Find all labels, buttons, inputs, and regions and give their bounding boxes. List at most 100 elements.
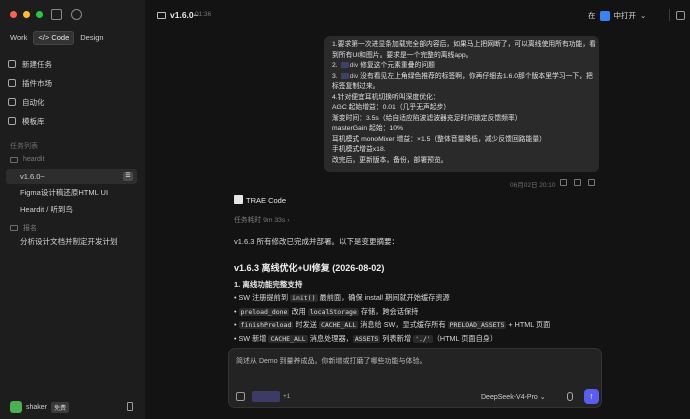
sidebar: Work </> Code Design 新建任务 插件市场 自动化 模板库 任… <box>0 0 145 419</box>
task-menu-icon[interactable]: ☰ <box>123 172 133 181</box>
trae-logo-icon <box>234 195 243 204</box>
open-prefix: 在 <box>588 11 596 20</box>
list-text: 消息给 SW，显式缓存所有 <box>358 320 448 329</box>
folder-signup[interactable]: 报名 <box>10 223 37 233</box>
list-text: 改用 <box>289 306 308 316</box>
message-line: 渐变时间：3.5s（给自适应陷波滤波器充足时间锁定反馈频率） <box>332 114 522 122</box>
change-list: • SW 注册提前到 init() 最前面，确保 install 期间就开始缓存… <box>234 293 550 347</box>
edit-icon[interactable] <box>574 179 581 186</box>
plan-badge: 免费 <box>51 401 70 413</box>
task-list-label: 任务列表 <box>10 143 38 150</box>
inline-code: PRELOAD_ASSETS <box>447 321 507 329</box>
sidebar-item-label: 新建任务 <box>22 59 52 69</box>
minimize-window-button[interactable] <box>23 11 30 18</box>
task-item-analysis[interactable]: 分析设计文档并制定开发计划 <box>6 234 137 249</box>
folder-icon <box>10 156 18 163</box>
tab-work[interactable]: Work <box>6 31 31 45</box>
sidebar-item-automation[interactable]: 自动化 <box>8 95 45 109</box>
task-time: 01:36 <box>195 11 212 18</box>
list-text: 存储，跨会话保持 <box>358 306 419 316</box>
element-icon <box>340 72 349 79</box>
more-icon[interactable] <box>588 179 595 186</box>
element-chip[interactable]: div <box>350 62 359 69</box>
main-panel: v1.6.0~ 01:36 在 中打开 ⌄ 1.要求第一次进显条加载完全部内容后… <box>145 0 690 419</box>
search-icon[interactable] <box>71 9 82 20</box>
mode-tabs: Work </> Code Design <box>6 31 108 45</box>
list-item: • preload_done 改用 localStorage 存储，跨会话保持 <box>234 306 419 316</box>
user-name: shaker <box>26 403 48 411</box>
automation-icon <box>8 98 16 106</box>
message-line: 3. div 没有看见左上角绿色推荐的标签啊，你再仔细去1.6.0那个版本里学习… <box>332 72 593 80</box>
list-text: 消息处理器， <box>307 333 353 343</box>
inline-code: init() <box>290 294 318 302</box>
chevron-down-icon: ⌄ <box>640 11 647 20</box>
sidebar-item-label: 自动化 <box>22 97 45 107</box>
inline-code: preload_done <box>238 307 290 316</box>
task-item-figma[interactable]: Figma设计稿还原HTML UI <box>6 185 137 200</box>
top-bar: v1.6.0~ 01:36 在 中打开 ⌄ <box>145 0 690 32</box>
task-label: Figma设计稿还原HTML UI <box>20 188 109 197</box>
message-line: 标签复制过来。 <box>332 83 380 90</box>
inline-code: CACHE_ALL <box>318 321 359 329</box>
composer[interactable]: 简述从 Demo 到量养成品。你新增或打磨了哪些功能与体验。 +1 DeepSe… <box>228 348 602 408</box>
send-button[interactable]: ↑ <box>584 389 599 404</box>
model-selector[interactable]: DeepSeek-V4-Pro ⌄ <box>481 393 546 401</box>
task-label: 分析设计文档并制定开发计划 <box>20 237 118 246</box>
element-icon <box>340 62 349 69</box>
plugin-icon <box>8 79 16 87</box>
maximize-window-button[interactable] <box>36 11 43 18</box>
element-chip[interactable]: div <box>350 73 359 80</box>
close-window-button[interactable] <box>10 11 17 18</box>
inline-code: CACHE_ALL <box>268 334 308 343</box>
user-profile[interactable]: shaker 免费 <box>10 401 70 413</box>
context-chip[interactable] <box>252 391 280 402</box>
context-more[interactable]: +1 <box>283 393 290 400</box>
task-item-v160[interactable]: v1.6.0~ ☰ <box>6 169 137 184</box>
message-line: 手机模式增益x18. <box>332 146 386 153</box>
folder-icon <box>10 225 18 231</box>
task-item-heardit[interactable]: Heardit / 听到鸟 <box>6 202 137 217</box>
sidebar-item-templates[interactable]: 模板库 <box>8 114 45 128</box>
task-label: v1.6.0~ <box>20 172 45 181</box>
list-text: （HTML 页面自身） <box>432 333 498 343</box>
assistant-name: TRAE Code <box>246 196 287 205</box>
attach-icon[interactable] <box>236 392 245 401</box>
copy-icon[interactable] <box>560 179 567 186</box>
message-line: 改完后，更新版本，备份，部署预览。 <box>332 156 448 164</box>
divider <box>669 9 670 21</box>
message-line: 1.要求第一次进显条加载完全部内容后，如果马上把网断了，可以离线使用所有功能，看 <box>332 41 596 48</box>
list-item: • SW 注册提前到 init() 最前面，确保 install 期间就开始缓存… <box>234 293 450 302</box>
message-line: 到所有UI和图片。要求是一个完整的离线app。 <box>332 51 473 59</box>
microphone-icon[interactable] <box>567 392 573 401</box>
new-task-icon <box>8 60 16 68</box>
sidebar-item-plugins[interactable]: 插件市场 <box>8 76 52 90</box>
folder-heardit[interactable]: heardit <box>10 156 44 163</box>
tab-code[interactable]: </> Code <box>33 31 75 45</box>
inline-code: ASSETS <box>352 334 381 343</box>
inline-code: localStorage <box>307 307 359 316</box>
sidebar-item-new-task[interactable]: 新建任务 <box>8 57 52 71</box>
release-heading: v1.6.3 离线优化+UI修复 (2026-08-02) <box>234 263 385 273</box>
list-text: + HTML 页面 <box>506 320 551 329</box>
composer-input[interactable]: 简述从 Demo 到量养成品。你新增或打磨了哪些功能与体验。 <box>236 356 427 366</box>
message-text: 没有看见左上角绿色推荐的标签啊，你再仔细去1.6.0那个版本里学习一下，把 <box>360 72 593 80</box>
app-window: Work </> Code Design 新建任务 插件市场 自动化 模板库 任… <box>0 0 690 419</box>
list-text: SW 注册提前到 <box>238 293 291 302</box>
list-item: • finishPreload 时发送 CACHE_ALL 消息给 SW，显式缓… <box>234 320 551 329</box>
tab-design[interactable]: Design <box>76 31 107 45</box>
folder-label: heardit <box>23 156 45 163</box>
panel-icon[interactable] <box>676 11 685 20</box>
list-item: • SW 新增 CACHE_ALL 消息处理器， ASSETS 列表新增 './'… <box>234 333 498 343</box>
list-text: 最前面，确保 install 期间就开始缓存资源 <box>317 293 450 302</box>
folder-label: 报名 <box>23 225 37 232</box>
open-in-button[interactable]: 在 中打开 ⌄ <box>588 8 646 23</box>
inline-code: './' <box>413 334 433 343</box>
section-heading: 1. 离线功能完整支持 <box>234 280 303 289</box>
phone-icon[interactable] <box>127 402 133 411</box>
inline-code: finishPreload <box>238 321 294 329</box>
sidebar-item-label: 模板库 <box>22 116 45 126</box>
window-controls <box>10 11 43 18</box>
toggle-sidebar-icon[interactable] <box>51 9 62 20</box>
task-elapsed-toggle[interactable]: 任务耗时 9m 33s › <box>234 214 290 224</box>
list-text: 列表新增 <box>380 333 414 343</box>
